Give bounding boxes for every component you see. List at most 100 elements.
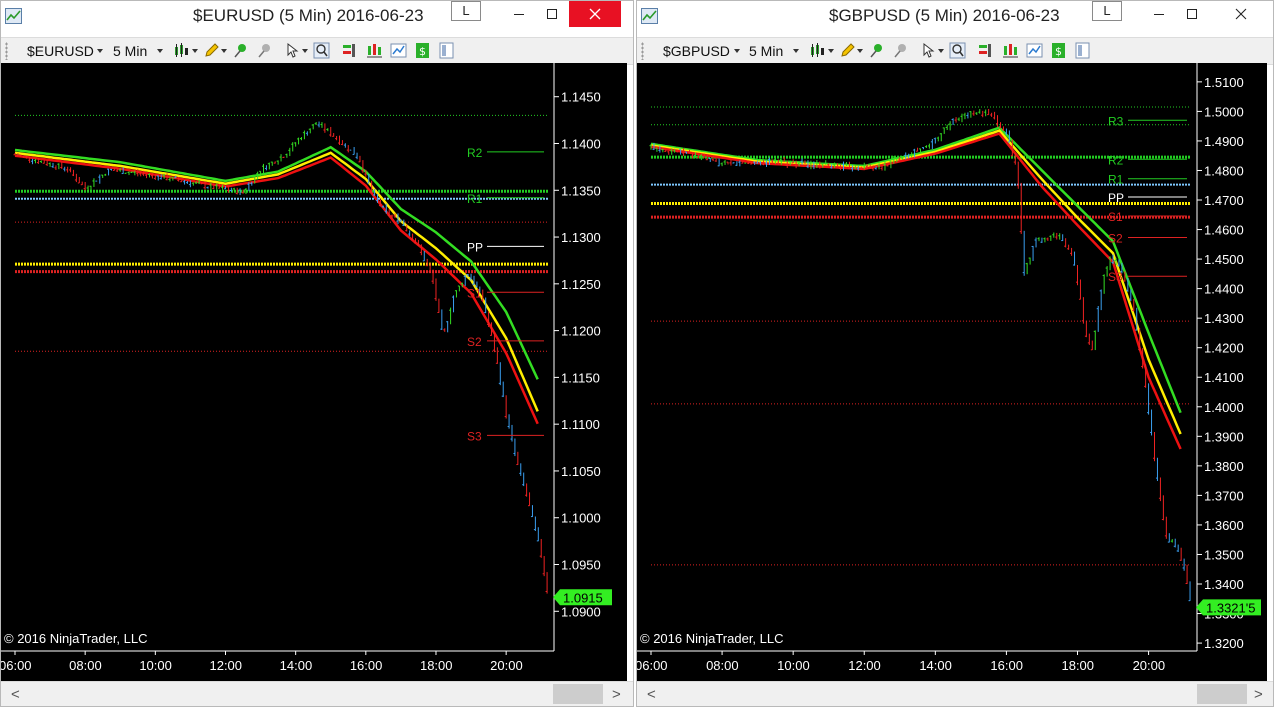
window-title: $GBPUSD (5 Min) 2016-06-23 [829,6,1060,25]
price-axis-label: 1.4900 [1204,134,1244,149]
drawing-tool-dropdown-icon[interactable] [857,49,863,53]
chart-style-icon[interactable] [809,42,826,59]
chart-toolbar: $EURUSD 5 Min $ [1,37,633,65]
maximize-button[interactable] [1170,1,1215,27]
price-axis-label: 1.4100 [1204,370,1244,385]
close-button[interactable] [1215,1,1260,27]
time-axis-label: 14:00 [280,658,313,673]
interval-selector[interactable]: 5 Min [749,43,783,59]
pivot-label-r2: R2 [1108,153,1124,167]
time-axis-label: 08:00 [706,658,739,673]
zoom-icon[interactable] [949,42,966,59]
drawing-tool-icon[interactable] [839,42,856,59]
pin-green-icon[interactable] [868,42,885,59]
pointer-icon[interactable] [285,42,302,59]
price-axis-label: 1.1300 [561,230,601,245]
properties-icon[interactable] [438,42,455,59]
price-axis-label: 1.3500 [1204,547,1244,562]
indicators-icon[interactable] [366,42,383,59]
scroll-left-icon[interactable]: < [647,686,656,703]
price-axis-label: 1.4400 [1204,282,1244,297]
minimize-icon [1154,14,1164,15]
pivot-label-pp: PP [1108,191,1124,205]
price-axis-label: 1.3200 [1204,636,1244,651]
time-axis-label: 10:00 [139,658,172,673]
pointer-dropdown-icon[interactable] [302,49,308,53]
close-icon [1235,8,1247,20]
toolbar-grip[interactable] [641,42,644,60]
zoom-icon[interactable] [313,42,330,59]
time-axis-label: 18:00 [420,658,453,673]
price-axis-label: 1.3700 [1204,488,1244,503]
time-axis-label: 08:00 [69,658,102,673]
chart-window-gbpusd: $GBPUSD (5 Min) 2016-06-23 L $GBPUSD 5 M… [636,0,1274,707]
pivot-label-pp: PP [467,240,483,254]
title-bar[interactable]: $EURUSD (5 Min) 2016-06-23 L [1,1,633,34]
pin-gray-icon[interactable] [892,42,909,59]
instrument-dropdown-icon[interactable] [97,49,103,53]
close-button[interactable] [569,1,621,27]
interval-dropdown-icon[interactable] [157,49,163,53]
horizontal-scrollbar[interactable]: < > [637,681,1273,706]
pin-green-icon[interactable] [232,42,249,59]
pivot-label-s1: S1 [467,286,482,300]
l-button[interactable]: L [451,1,481,21]
price-axis-label: 1.4200 [1204,341,1244,356]
pivot-label-r3: R3 [1108,114,1124,128]
time-axis-label: 18:00 [1061,658,1094,673]
drawing-tool-dropdown-icon[interactable] [221,49,227,53]
scrollbar-thumb[interactable] [553,684,603,704]
instrument-selector[interactable]: $GBPUSD [663,43,730,59]
pointer-dropdown-icon[interactable] [938,49,944,53]
indicators-icon[interactable] [1002,42,1019,59]
price-axis-label: 1.1250 [561,277,601,292]
pivot-label-r1: R1 [1108,173,1124,187]
scroll-right-icon[interactable]: > [1254,686,1263,703]
chart-style-dropdown-icon[interactable] [828,49,834,53]
properties-icon[interactable] [1074,42,1091,59]
chart-window-eurusd: $EURUSD (5 Min) 2016-06-23 L $EURUSD 5 M… [0,0,634,707]
price-axis-label: 1.5100 [1204,75,1244,90]
close-icon [589,8,601,20]
chart-style-dropdown-icon[interactable] [192,49,198,53]
order-entry-icon[interactable] [342,42,359,59]
chart-style-icon[interactable] [173,42,190,59]
interval-dropdown-icon[interactable] [793,49,799,53]
price-axis-label: 1.3600 [1204,518,1244,533]
time-axis-label: 10:00 [777,658,810,673]
price-axis-label: 1.1350 [561,183,601,198]
interval-selector[interactable]: 5 Min [113,43,147,59]
price-axis-label: 1.0950 [561,558,601,573]
scrollbar-thumb[interactable] [1197,684,1247,704]
time-axis-label: 20:00 [1133,658,1166,673]
instrument-dropdown-icon[interactable] [734,49,740,53]
horizontal-scrollbar[interactable]: < > [1,681,633,706]
time-axis-label: 20:00 [490,658,523,673]
toolbar-grip[interactable] [5,42,8,60]
price-axis-label: 1.1000 [561,511,601,526]
price-axis-label: 1.4300 [1204,311,1244,326]
time-axis-label: 06:00 [637,658,668,673]
window-title: $EURUSD (5 Min) 2016-06-23 [193,6,424,25]
scroll-right-icon[interactable]: > [612,686,621,703]
market-analyzer-icon[interactable]: $ [1050,42,1067,59]
price-axis-label: 1.4000 [1204,400,1244,415]
price-axis-label: 1.4700 [1204,193,1244,208]
market-analyzer-icon[interactable]: $ [414,42,431,59]
instrument-selector[interactable]: $EURUSD [27,43,94,59]
scroll-left-icon[interactable]: < [11,686,20,703]
order-entry-icon[interactable] [978,42,995,59]
price-axis-label: 1.1450 [561,90,601,105]
strategies-icon[interactable] [1026,42,1043,59]
drawing-tool-icon[interactable] [203,42,220,59]
pin-gray-icon[interactable] [256,42,273,59]
chart-app-icon [641,8,658,24]
title-bar[interactable]: $GBPUSD (5 Min) 2016-06-23 L [637,1,1273,34]
strategies-icon[interactable] [390,42,407,59]
last-price-value: 1.0915 [563,590,603,605]
minimize-icon [514,14,524,15]
price-chart[interactable]: R2 R1 PP S1 S2 S3 1.1450 1.1400 1.1350 1.1300 1.12… [1,63,627,684]
l-button[interactable]: L [1092,1,1122,21]
price-chart[interactable]: R3 R2 R1 PP S1 S2 S3 1.5100 1.5000 1.4900 1.4800 1.… [637,63,1267,684]
pointer-icon[interactable] [921,42,938,59]
